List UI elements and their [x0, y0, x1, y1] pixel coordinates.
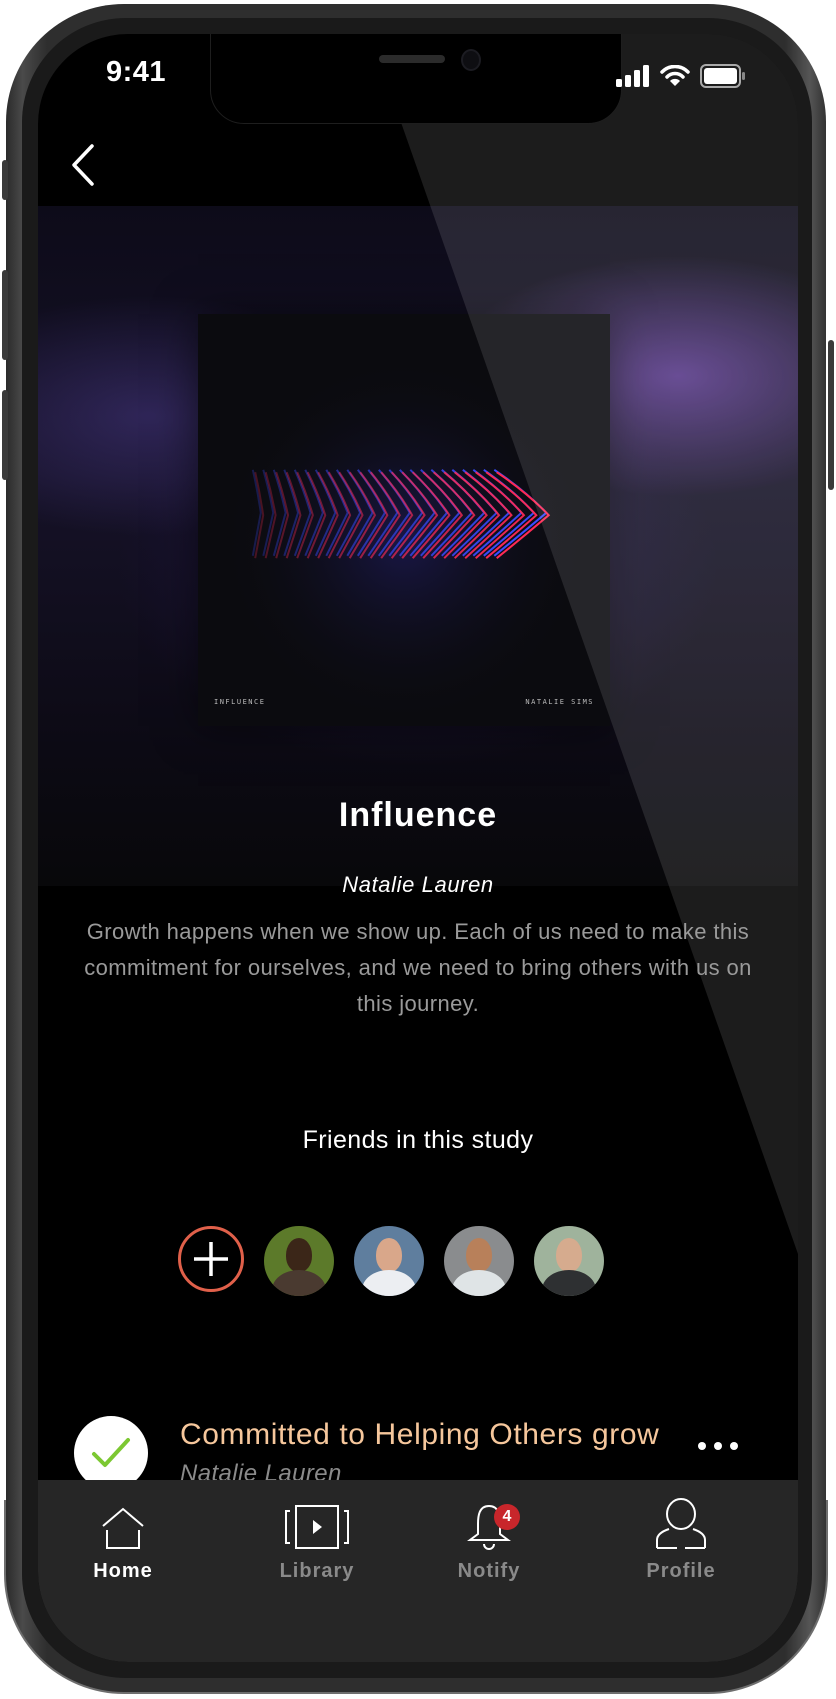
battery-icon [700, 64, 745, 88]
mute-switch [2, 160, 8, 200]
friend-avatar[interactable] [444, 1226, 514, 1296]
tab-profile[interactable]: Profile [616, 1494, 746, 1594]
study-author[interactable]: Natalie Lauren [38, 872, 798, 898]
power-button [828, 340, 834, 490]
friend-avatar[interactable] [264, 1226, 334, 1296]
volume-up-button [2, 270, 8, 360]
tab-notify[interactable]: 4 Notify [424, 1494, 554, 1594]
avatar-face [286, 1238, 312, 1272]
tab-home-label: Home [93, 1560, 153, 1582]
signal-icon [616, 65, 649, 87]
add-friend-button[interactable] [178, 1226, 244, 1292]
checkmark-icon [92, 1438, 130, 1467]
front-camera [461, 49, 481, 71]
tab-bar: Home Library 4 Notify Profile [38, 1480, 798, 1662]
tab-library[interactable]: Library [252, 1494, 382, 1594]
home-icon [102, 1507, 144, 1549]
notch [210, 34, 622, 124]
cover-author: NATALIE SIMS [525, 698, 594, 706]
more-dot [730, 1442, 738, 1450]
friend-avatar[interactable] [354, 1226, 424, 1296]
plus-icon [194, 1242, 228, 1276]
commitment-title: Committed to Helping Others grow [180, 1418, 660, 1451]
app-screen: INFLUENCE NATALIE SIMS 9:41 Influence Na… [38, 34, 798, 1662]
speaker-grille [379, 55, 445, 63]
avatar-face [376, 1238, 402, 1272]
more-options-button[interactable] [698, 1442, 738, 1450]
avatar-body [542, 1270, 596, 1296]
friends-list [178, 1226, 604, 1298]
friend-avatar[interactable] [534, 1226, 604, 1296]
status-bar: 9:41 [38, 34, 798, 154]
friends-heading: Friends in this study [302, 1126, 534, 1154]
commitment-status-button[interactable] [74, 1416, 148, 1490]
library-icon [285, 1505, 349, 1549]
notification-badge: 4 [494, 1504, 520, 1530]
tab-notify-label: Notify [457, 1560, 521, 1582]
status-icons [616, 64, 746, 88]
avatar-body [452, 1270, 506, 1296]
study-title: Influence [338, 796, 498, 834]
status-time: 9:41 [106, 56, 167, 88]
wifi-icon [660, 65, 690, 86]
tab-profile-label: Profile [646, 1560, 716, 1582]
arrow-artwork [198, 314, 610, 726]
study-hero: INFLUENCE NATALIE SIMS [38, 206, 798, 886]
avatar-face [466, 1238, 492, 1272]
study-description: Growth happens when we show up. Each of … [84, 919, 752, 1016]
study-cover-art: INFLUENCE NATALIE SIMS [198, 314, 610, 726]
profile-icon [656, 1498, 706, 1549]
volume-down-button [2, 390, 8, 480]
more-horizontal-icon [698, 1442, 706, 1450]
avatar-body [362, 1270, 416, 1296]
more-dot [714, 1442, 722, 1450]
tab-library-label: Library [279, 1560, 355, 1582]
avatar-face [556, 1238, 582, 1272]
tab-home[interactable]: Home [58, 1494, 188, 1594]
cover-title: INFLUENCE [214, 698, 266, 706]
avatar-body [272, 1270, 326, 1296]
